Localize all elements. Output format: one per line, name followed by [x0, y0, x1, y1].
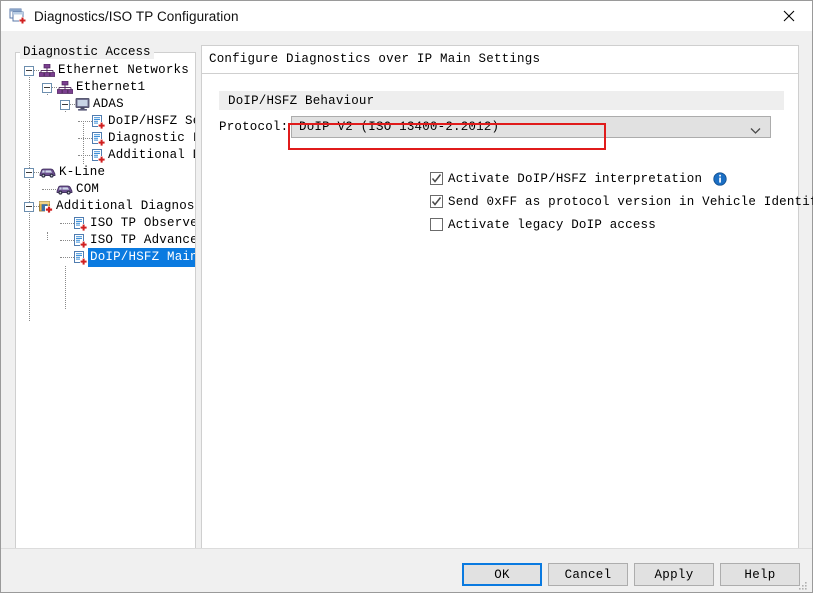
- checkbox-send-0xff-protocol-version[interactable]: [430, 195, 443, 208]
- help-button[interactable]: Help: [720, 563, 800, 586]
- tree-node-k-line[interactable]: K-Line: [16, 164, 195, 181]
- document-add-icon: [74, 216, 87, 231]
- checkbox-row-activate-doip-hsfz-interpretation[interactable]: Activate DoIP/HSFZ interpretation: [430, 170, 727, 187]
- tree-node-label: Additional Diagnostic S: [56, 199, 195, 213]
- tree-node-label: Ethernet1: [76, 80, 146, 94]
- tree-node-label: Diagnostic Lay: [108, 131, 195, 145]
- checkbox-label: Activate DoIP/HSFZ interpretation: [448, 171, 703, 186]
- tree-node-adas[interactable]: ADAS: [16, 96, 195, 113]
- tree-node-additional-diagnostic-services[interactable]: Additional Diagnostic S: [16, 198, 195, 215]
- protocol-selected-value: DoIP V2 (ISO 13400-2:2012): [299, 120, 500, 134]
- network-icon: [38, 63, 56, 77]
- diagnostic-access-group: Diagnostic Access Ethernet Networks Ethe…: [15, 45, 196, 566]
- section-header-label: DoIP/HSFZ Behaviour: [228, 93, 375, 108]
- tree-node-doip-hsfz-settings[interactable]: DoIP/HSFZ Set: [16, 113, 195, 130]
- dialog-button-bar: OK Cancel Apply Help: [1, 548, 812, 592]
- tree-node-label: COM: [76, 182, 100, 196]
- window-title: Diagnostics/ISO TP Configuration: [34, 8, 239, 24]
- tree-node-doip-hsfz-main-settings[interactable]: DoIP/HSFZ Main Setti: [16, 248, 195, 267]
- tree-node-iso-tp-observer[interactable]: ISO TP Observer: [16, 215, 195, 232]
- diagnostic-access-tree: Ethernet Networks Ethernet1 ADAS DoIP/HS…: [16, 59, 195, 321]
- expander-collapse-icon[interactable]: [24, 65, 34, 76]
- settings-panel-title: Configure Diagnostics over IP Main Setti…: [209, 52, 541, 66]
- tree-node-iso-tp-advanced[interactable]: ISO TP Advanced: [16, 232, 195, 249]
- section-header-doip-hsfz-behaviour: DoIP/HSFZ Behaviour: [219, 91, 784, 110]
- computer-icon: [75, 98, 90, 111]
- expander-collapse-icon[interactable]: [24, 201, 34, 212]
- tree-scroll-area[interactable]: Ethernet Networks Ethernet1 ADAS DoIP/HS…: [16, 59, 195, 540]
- folder-add-icon: [39, 200, 53, 213]
- document-add-icon: [74, 250, 87, 265]
- checkbox-label: Send 0xFF as protocol version in Vehicle…: [448, 194, 813, 209]
- ok-button[interactable]: OK: [462, 563, 542, 586]
- checkbox-row-send-0xff-protocol-version[interactable]: Send 0xFF as protocol version in Vehicle…: [430, 193, 813, 210]
- expander-collapse-icon[interactable]: [60, 99, 70, 110]
- tree-node-com[interactable]: COM: [16, 181, 195, 198]
- chevron-down-icon[interactable]: [750, 124, 761, 134]
- dialog-client-area: Diagnostic Access Ethernet Networks Ethe…: [1, 31, 813, 592]
- protocol-row: Protocol: DoIP V2 (ISO 13400-2:2012): [219, 115, 784, 139]
- checkbox-label: Activate legacy DoIP access: [448, 217, 656, 232]
- tree-node-label: ISO TP Advanced: [90, 233, 195, 247]
- document-add-icon: [92, 131, 105, 146]
- resize-grip[interactable]: [797, 578, 809, 590]
- protocol-label: Protocol:: [219, 120, 289, 134]
- info-icon[interactable]: [713, 171, 727, 186]
- tree-node-label: Additional De: [108, 148, 195, 162]
- tree-group-caption: Diagnostic Access: [20, 45, 154, 59]
- apply-button[interactable]: Apply: [634, 563, 714, 586]
- config-document-add-icon: [9, 7, 27, 25]
- tree-node-label: DoIP/HSFZ Set: [108, 114, 195, 128]
- tree-node-ethernet1[interactable]: Ethernet1: [16, 79, 195, 96]
- checkbox-activate-doip-hsfz-interpretation[interactable]: [430, 172, 443, 185]
- network-icon: [56, 80, 74, 94]
- title-bar: Diagnostics/ISO TP Configuration: [1, 1, 812, 31]
- tree-node-label: Ethernet Networks: [58, 63, 189, 77]
- tree-node-diagnostic-layer[interactable]: Diagnostic Lay: [16, 130, 195, 147]
- settings-panel: Configure Diagnostics over IP Main Setti…: [201, 45, 813, 566]
- tree-node-ethernet-networks[interactable]: Ethernet Networks: [16, 62, 195, 79]
- document-add-icon: [92, 114, 105, 129]
- car-icon: [56, 184, 73, 195]
- cancel-button[interactable]: Cancel: [548, 563, 628, 586]
- tree-node-additional-description[interactable]: Additional De: [16, 147, 195, 164]
- document-add-icon: [74, 233, 87, 248]
- tree-node-label: DoIP/HSFZ Main Setti: [88, 248, 195, 267]
- checkbox-activate-legacy-doip-access[interactable]: [430, 218, 443, 231]
- expander-collapse-icon[interactable]: [42, 82, 52, 93]
- checkbox-row-activate-legacy-doip-access[interactable]: Activate legacy DoIP access: [430, 216, 656, 233]
- dialog-window: Diagnostics/ISO TP Configuration Diagnos…: [0, 0, 813, 593]
- tree-node-label: K-Line: [59, 165, 106, 179]
- car-icon: [39, 167, 56, 178]
- protocol-select[interactable]: DoIP V2 (ISO 13400-2:2012): [291, 116, 771, 138]
- tree-node-label: ADAS: [93, 97, 124, 111]
- expander-collapse-icon[interactable]: [24, 167, 34, 178]
- tree-node-label: ISO TP Observer: [90, 216, 195, 230]
- document-add-icon: [92, 148, 105, 163]
- close-icon[interactable]: [766, 1, 812, 30]
- panel-divider: [202, 73, 798, 74]
